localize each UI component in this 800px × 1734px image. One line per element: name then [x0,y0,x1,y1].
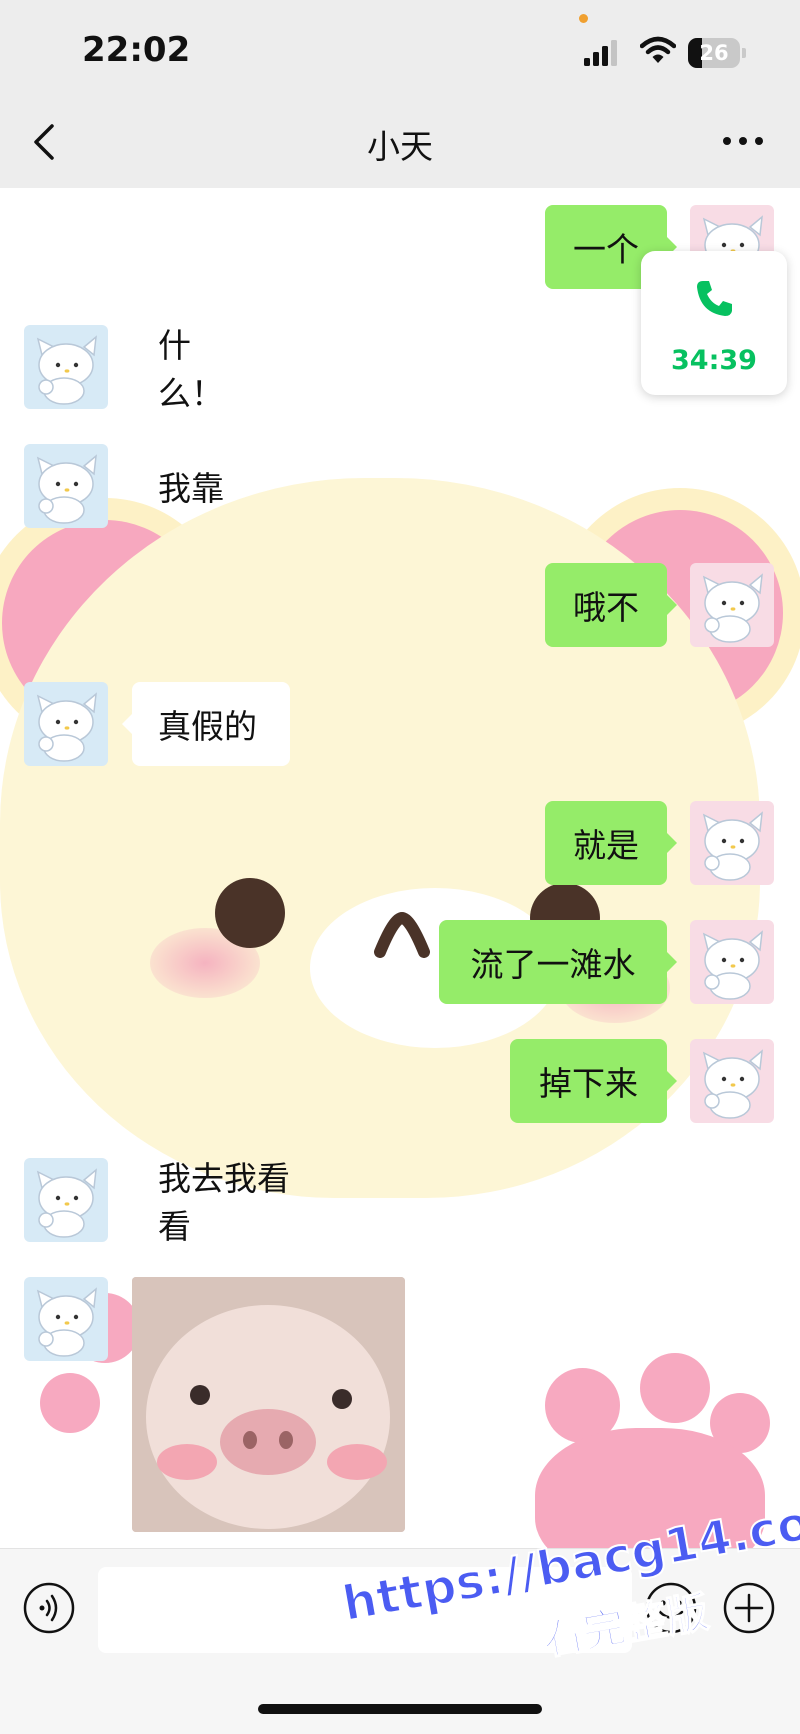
home-indicator [258,1704,542,1714]
voice-icon[interactable] [22,1581,76,1635]
message-bubble-outgoing[interactable]: 哦不 [545,563,677,647]
wifi-icon [640,36,676,63]
contact-avatar[interactable] [24,1158,108,1242]
status-bar: 22:02 26 [0,0,800,100]
my-avatar[interactable] [690,563,774,647]
message-text: 哦不 [573,588,639,627]
white-cat-avatar-icon [24,682,108,766]
status-time: 22:02 [82,30,191,70]
chat-title: 小天 [367,127,433,166]
message-bubble-incoming[interactable]: 真假的 [122,682,290,766]
message-bubble-incoming[interactable]: 我靠 [132,444,257,528]
hello-kitty-avatar-icon [690,1039,774,1123]
pig-face-sticker[interactable] [132,1277,405,1532]
message-bubble-outgoing[interactable]: 就是 [545,801,677,885]
message-bubble-outgoing[interactable]: 掉下来 [510,1039,677,1123]
contact-avatar[interactable] [24,682,108,766]
contact-avatar[interactable] [24,325,108,409]
bear-eye-left [215,878,285,948]
hello-kitty-avatar-icon [690,801,774,885]
my-avatar[interactable] [690,1039,774,1123]
white-cat-avatar-icon [24,1158,108,1242]
my-avatar[interactable] [690,920,774,1004]
message-text: 我靠 [158,469,224,508]
bear-nose [374,911,430,958]
chat-header: 小天 [0,100,800,188]
message-text: 掉下来 [539,1064,638,1103]
hello-kitty-avatar-icon [690,563,774,647]
message-text: 就是 [573,826,639,865]
message-text: 真假的 [158,707,257,746]
paw-pad [40,1373,100,1433]
contact-avatar[interactable] [24,444,108,528]
message-text: 什么！ [158,326,224,413]
white-cat-avatar-icon [24,444,108,528]
message-bubble-incoming[interactable]: 我去我看看 [132,1158,332,1246]
my-avatar[interactable] [690,801,774,885]
call-floating-window[interactable]: 34:39 [641,251,787,395]
message-text: 流了一滩水 [470,945,636,984]
hello-kitty-avatar-icon [690,920,774,1004]
message-text: 我去我看看 [158,1159,290,1246]
contact-avatar[interactable] [24,1277,108,1361]
cellular-signal-icon [584,40,617,66]
message-bubble-incoming[interactable]: 什么！ [132,325,262,413]
call-duration: 34:39 [671,345,757,376]
battery-level: 26 [699,41,729,65]
battery-tip [742,48,746,58]
phone-icon [697,281,732,316]
message-text: 一个 [573,230,639,269]
white-cat-avatar-icon [24,1277,108,1361]
battery-icon: 26 [688,38,740,68]
privacy-indicator-dot [579,14,588,23]
more-options-icon[interactable] [718,126,768,156]
white-cat-avatar-icon [24,325,108,409]
pig-face-icon [132,1277,405,1532]
message-bubble-outgoing[interactable]: 流了一滩水 [439,920,677,1004]
paw-pad [640,1353,710,1423]
